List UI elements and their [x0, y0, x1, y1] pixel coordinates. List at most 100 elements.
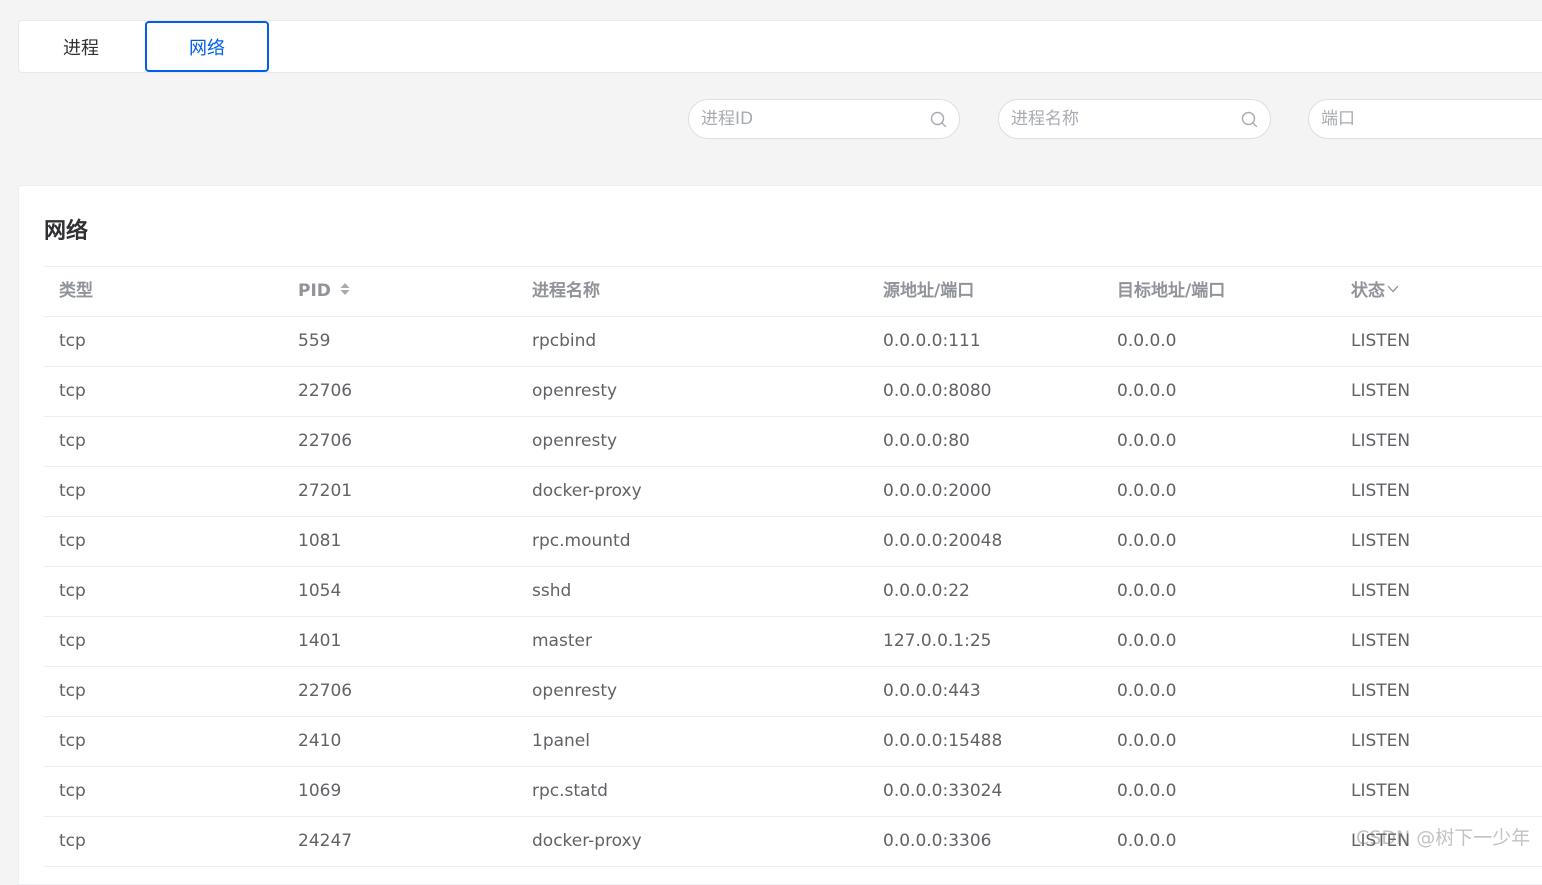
cell-process-name: docker-proxy [532, 831, 642, 851]
search-icon[interactable] [1241, 111, 1258, 128]
cell-type: tcp [59, 831, 86, 851]
cell-source: 0.0.0.0:80 [883, 431, 970, 451]
cell-source: 0.0.0.0:22 [883, 581, 970, 601]
tab-process[interactable]: 进程 [19, 21, 143, 72]
cell-pid: 1054 [298, 581, 342, 601]
process-name-filter [998, 99, 1271, 139]
cell-process-name: openresty [532, 431, 618, 451]
header-state-label: 状态 [1351, 281, 1385, 301]
cell-type: tcp [59, 631, 86, 651]
header-process-name: 进程名称 [532, 281, 600, 301]
cell-process-name: rpc.mountd [532, 531, 631, 551]
table-row: tcp 27201 docker-proxy 0.0.0.0:2000 0.0.… [44, 467, 1542, 517]
cell-pid: 22706 [298, 681, 353, 701]
table-row: tcp 24247 docker-proxy 0.0.0.0:3306 0.0.… [44, 817, 1542, 867]
cell-pid: 24247 [298, 831, 353, 851]
tab-process-label: 进程 [63, 37, 99, 59]
cell-destination: 0.0.0.0 [1117, 681, 1177, 701]
header-pid[interactable]: PID [298, 267, 351, 316]
table-row: tcp 22706 openresty 0.0.0.0:80 0.0.0.0 L… [44, 417, 1542, 467]
tab-bar: 进程 网络 [18, 20, 1542, 73]
cell-process-name: rpcbind [532, 331, 597, 351]
table-row: tcp 559 rpcbind 0.0.0.0:111 0.0.0.0 LIST… [44, 317, 1542, 367]
cell-state: LISTEN [1351, 681, 1411, 701]
cell-destination: 0.0.0.0 [1117, 331, 1177, 351]
search-icon[interactable] [930, 111, 947, 128]
table-row: tcp 1069 rpc.statd 0.0.0.0:33024 0.0.0.0… [44, 767, 1542, 817]
cell-destination: 0.0.0.0 [1117, 381, 1177, 401]
port-search-input[interactable] [1309, 100, 1523, 138]
chevron-down-icon[interactable] [1386, 284, 1400, 294]
process-name-search-input[interactable] [999, 100, 1213, 138]
cell-source: 0.0.0.0:3306 [883, 831, 992, 851]
cell-pid: 1081 [298, 531, 342, 551]
cell-source: 0.0.0.0:8080 [883, 381, 992, 401]
header-pid-label: PID [298, 281, 331, 301]
cell-process-name: 1panel [532, 731, 590, 751]
cell-pid: 22706 [298, 431, 353, 451]
cell-process-name: openresty [532, 681, 618, 701]
cell-destination: 0.0.0.0 [1117, 731, 1177, 751]
pid-filter [688, 99, 960, 139]
table-row: tcp 22706 openresty 0.0.0.0:8080 0.0.0.0… [44, 367, 1542, 417]
table-row: tcp 1081 rpc.mountd 0.0.0.0:20048 0.0.0.… [44, 517, 1542, 567]
table-header-row: 类型 PID 进程名称 源地址/端口 目标地址/端口 状态 [44, 267, 1542, 317]
cell-destination: 0.0.0.0 [1117, 531, 1177, 551]
cell-source: 0.0.0.0:20048 [883, 531, 1003, 551]
cell-source: 0.0.0.0:111 [883, 331, 981, 351]
table-row: tcp 1401 master 127.0.0.1:25 0.0.0.0 LIS… [44, 617, 1542, 667]
table-row: tcp 1054 sshd 0.0.0.0:22 0.0.0.0 LISTEN [44, 567, 1542, 617]
cell-pid: 559 [298, 331, 331, 351]
cell-pid: 1069 [298, 781, 342, 801]
cell-state: LISTEN [1351, 581, 1411, 601]
cell-destination: 0.0.0.0 [1117, 781, 1177, 801]
cell-state: LISTEN [1351, 481, 1411, 501]
cell-type: tcp [59, 331, 86, 351]
header-destination: 目标地址/端口 [1117, 281, 1226, 301]
cell-source: 0.0.0.0:2000 [883, 481, 992, 501]
tab-network[interactable]: 网络 [145, 21, 269, 72]
cell-process-name: sshd [532, 581, 572, 601]
header-source: 源地址/端口 [883, 281, 975, 301]
cell-source: 0.0.0.0:443 [883, 681, 981, 701]
cell-state: LISTEN [1351, 831, 1411, 851]
cell-pid: 2410 [298, 731, 342, 751]
cell-state: LISTEN [1351, 381, 1411, 401]
table-row: tcp 2410 1panel 0.0.0.0:15488 0.0.0.0 LI… [44, 717, 1542, 767]
tab-network-label: 网络 [189, 37, 225, 59]
cell-state: LISTEN [1351, 731, 1411, 751]
header-state[interactable]: 状态 [1351, 267, 1400, 316]
table-row: tcp 22706 openresty 0.0.0.0:443 0.0.0.0 … [44, 667, 1542, 717]
cell-state: LISTEN [1351, 531, 1411, 551]
cell-process-name: rpc.statd [532, 781, 608, 801]
cell-type: tcp [59, 731, 86, 751]
cell-pid: 27201 [298, 481, 353, 501]
sort-icon[interactable] [339, 281, 351, 297]
cell-type: tcp [59, 481, 86, 501]
cell-pid: 1401 [298, 631, 342, 651]
cell-type: tcp [59, 681, 86, 701]
cell-destination: 0.0.0.0 [1117, 431, 1177, 451]
pid-search-input[interactable] [689, 100, 903, 138]
cell-source: 0.0.0.0:33024 [883, 781, 1003, 801]
cell-process-name: docker-proxy [532, 481, 642, 501]
header-type: 类型 [59, 281, 93, 301]
network-card: 网络 类型 PID 进程名称 源地址/端口 目标地址/端口 状态 tcp 559… [18, 185, 1542, 885]
cell-pid: 22706 [298, 381, 353, 401]
cell-destination: 0.0.0.0 [1117, 631, 1177, 651]
cell-process-name: openresty [532, 381, 618, 401]
cell-type: tcp [59, 381, 86, 401]
cell-source: 127.0.0.1:25 [883, 631, 992, 651]
cell-state: LISTEN [1351, 631, 1411, 651]
cell-destination: 0.0.0.0 [1117, 581, 1177, 601]
cell-type: tcp [59, 781, 86, 801]
cell-type: tcp [59, 431, 86, 451]
port-filter [1308, 99, 1542, 139]
cell-process-name: master [532, 631, 592, 651]
cell-destination: 0.0.0.0 [1117, 831, 1177, 851]
card-title: 网络 [44, 219, 89, 244]
cell-type: tcp [59, 531, 86, 551]
network-table: 类型 PID 进程名称 源地址/端口 目标地址/端口 状态 tcp 559 rp… [44, 266, 1542, 867]
cell-destination: 0.0.0.0 [1117, 481, 1177, 501]
cell-state: LISTEN [1351, 331, 1411, 351]
